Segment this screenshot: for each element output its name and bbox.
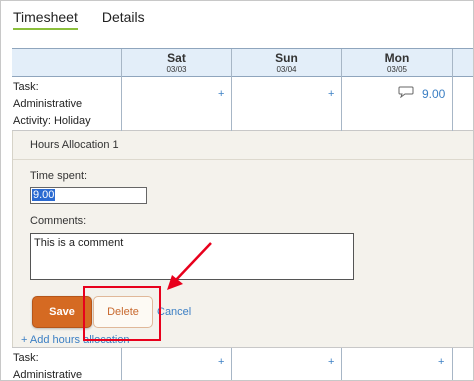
column-divider	[231, 77, 232, 131]
hours-allocation-panel: Hours Allocation 1 Time spent: 9.00 Comm…	[12, 131, 473, 347]
speech-bubble-icon[interactable]	[398, 86, 414, 98]
task-caption: Task:	[13, 352, 39, 364]
column-divider	[231, 348, 232, 380]
task-name: Administrative	[13, 98, 83, 110]
day-header-row: Sat 03/03 Sun 03/04 Mon 03/05	[12, 48, 473, 78]
day-header-mon: Mon 03/05	[342, 49, 452, 78]
add-hours-sat-button[interactable]: +	[218, 88, 224, 100]
timesheet-window: Timesheet Details Sat 03/03 Sun 03/04 Mo…	[0, 0, 474, 381]
divider	[13, 159, 473, 160]
time-spent-label: Time spent:	[30, 170, 88, 182]
day-name: Mon	[384, 51, 410, 65]
activity-name: Activity: Holiday	[13, 115, 91, 127]
time-spent-input[interactable]: 9.00	[30, 187, 147, 204]
comments-label: Comments:	[30, 215, 87, 227]
day-date: 03/05	[386, 65, 408, 74]
task-name: Administrative	[13, 369, 83, 381]
save-button[interactable]: Save	[32, 296, 92, 328]
timesheet-row: Task: Administrative + + +	[12, 347, 473, 381]
tab-timesheet[interactable]: Timesheet	[13, 9, 78, 30]
column-divider	[341, 348, 342, 380]
delete-button[interactable]: Delete	[93, 296, 153, 328]
task-label: Task: Administrative Activity: Holiday	[13, 79, 121, 130]
task-caption: Task:	[13, 81, 39, 93]
day-name: Sat	[167, 51, 186, 65]
add-hours-sun-button[interactable]: +	[328, 356, 334, 368]
day-date: 03/04	[276, 65, 297, 74]
timesheet-row: Task: Administrative Activity: Holiday +…	[12, 77, 473, 131]
tab-bar: Timesheet Details	[13, 9, 169, 30]
add-hours-mon-button[interactable]: +	[438, 356, 444, 368]
time-spent-value: 9.00	[32, 189, 56, 201]
column-divider	[121, 348, 122, 380]
task-label: Task: Administrative	[13, 350, 121, 381]
column-divider	[452, 49, 453, 78]
column-divider	[452, 348, 453, 380]
day-header-sun: Sun 03/04	[232, 49, 341, 78]
day-name: Sun	[275, 51, 298, 65]
column-divider	[121, 77, 122, 131]
tab-details[interactable]: Details	[102, 9, 145, 30]
column-divider	[341, 77, 342, 131]
allocation-title: Hours Allocation 1	[30, 139, 119, 151]
add-hours-sun-button[interactable]: +	[328, 88, 334, 100]
day-date: 03/03	[166, 65, 187, 74]
column-divider	[452, 77, 453, 131]
add-hours-sat-button[interactable]: +	[218, 356, 224, 368]
add-hours-allocation-link[interactable]: + Add hours allocation	[21, 334, 130, 346]
mon-hours-value[interactable]: 9.00	[422, 87, 445, 101]
cancel-link[interactable]: Cancel	[157, 306, 191, 318]
day-header-sat: Sat 03/03	[122, 49, 231, 78]
comments-textarea[interactable]: This is a comment	[30, 233, 354, 280]
